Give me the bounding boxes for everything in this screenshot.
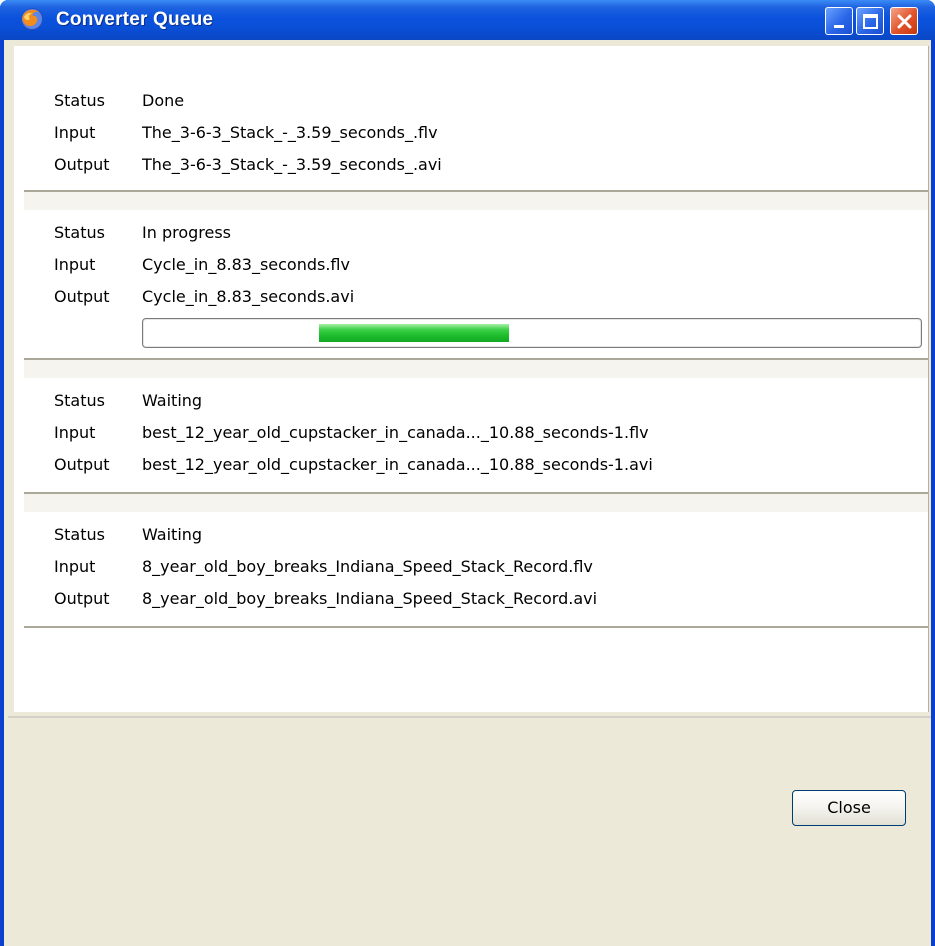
input-filename: The_3-6-3_Stack_-_3.59_seconds_.flv bbox=[142, 123, 438, 142]
close-button[interactable]: Close bbox=[792, 790, 906, 826]
window-title: Converter Queue bbox=[56, 9, 214, 30]
status-value: In progress bbox=[142, 223, 232, 242]
title-bar[interactable]: Converter Queue bbox=[0, 0, 935, 40]
status-label: Status bbox=[54, 91, 105, 110]
input-filename: best_12_year_old_cupstacker_in_canada...… bbox=[142, 423, 649, 442]
window-close-button[interactable] bbox=[890, 7, 918, 35]
queue-item-in-progress: Status In progress Input Cycle_in_8.83_s… bbox=[24, 210, 928, 360]
output-label: Output bbox=[54, 155, 110, 174]
queue-list[interactable]: Status Done Input The_3-6-3_Stack_-_3.59… bbox=[14, 46, 929, 712]
status-value: Waiting bbox=[142, 525, 203, 544]
input-filename: Cycle_in_8.83_seconds.flv bbox=[142, 255, 350, 274]
status-label: Status bbox=[54, 391, 105, 410]
item-separator bbox=[24, 494, 928, 512]
progress-bar-fill bbox=[319, 324, 509, 342]
queue-item-done: Status Done Input The_3-6-3_Stack_-_3.59… bbox=[24, 46, 928, 192]
footer-divider bbox=[8, 716, 931, 718]
input-filename: 8_year_old_boy_breaks_Indiana_Speed_Stac… bbox=[142, 557, 593, 576]
output-filename: The_3-6-3_Stack_-_3.59_seconds_.avi bbox=[142, 155, 442, 174]
item-separator bbox=[24, 360, 928, 378]
status-label: Status bbox=[54, 525, 105, 544]
output-filename: Cycle_in_8.83_seconds.avi bbox=[142, 287, 355, 306]
status-label: Status bbox=[54, 223, 105, 242]
status-value: Waiting bbox=[142, 391, 203, 410]
maximize-button[interactable] bbox=[856, 7, 884, 35]
window-border-right bbox=[931, 40, 935, 946]
firefox-icon bbox=[21, 8, 43, 30]
status-value: Done bbox=[142, 91, 185, 110]
output-filename: best_12_year_old_cupstacker_in_canada...… bbox=[142, 455, 653, 474]
maximize-icon bbox=[863, 14, 878, 29]
minimize-icon bbox=[834, 25, 844, 28]
output-filename: 8_year_old_boy_breaks_Indiana_Speed_Stac… bbox=[142, 589, 598, 608]
input-label: Input bbox=[54, 423, 96, 442]
dialog-body: Status Done Input The_3-6-3_Stack_-_3.59… bbox=[4, 40, 931, 946]
close-icon bbox=[897, 14, 912, 29]
output-label: Output bbox=[54, 455, 110, 474]
minimize-button[interactable] bbox=[825, 7, 853, 35]
item-separator bbox=[24, 192, 928, 210]
input-label: Input bbox=[54, 255, 96, 274]
progress-bar-track bbox=[142, 318, 922, 348]
input-label: Input bbox=[54, 123, 96, 142]
input-label: Input bbox=[54, 557, 96, 576]
queue-item-waiting: Status Waiting Input 8_year_old_boy_brea… bbox=[24, 512, 928, 628]
output-label: Output bbox=[54, 287, 110, 306]
output-label: Output bbox=[54, 589, 110, 608]
queue-item-waiting: Status Waiting Input best_12_year_old_cu… bbox=[24, 378, 928, 494]
converter-queue-window: Converter Queue Status Done Input The_3-… bbox=[0, 0, 935, 946]
